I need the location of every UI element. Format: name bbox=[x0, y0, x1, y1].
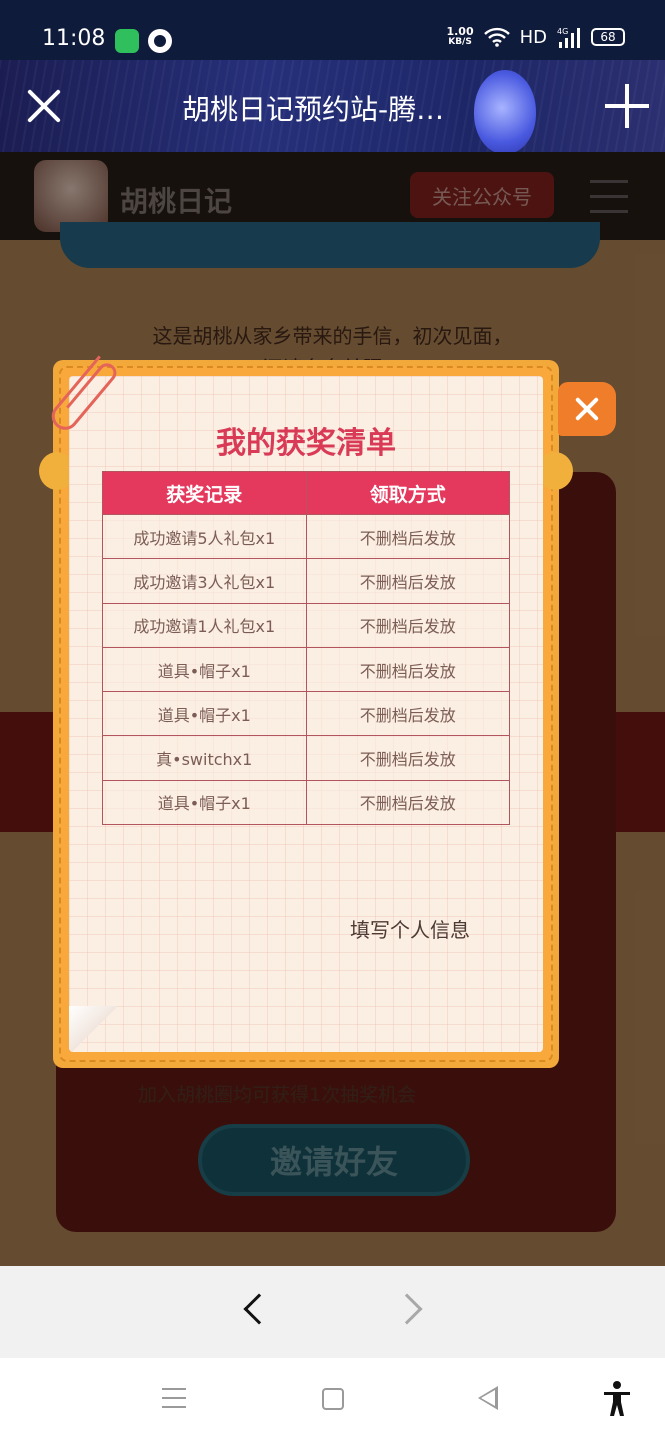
home-icon[interactable] bbox=[322, 1388, 344, 1410]
network-speed: 1.00 KB/S bbox=[446, 26, 473, 48]
browser-toolbar: 胡桃日记预约站-腾… bbox=[0, 60, 665, 152]
battery-level: 68 bbox=[600, 30, 616, 44]
table-row: 道具•帽子x1 不删档后发放 bbox=[102, 691, 510, 737]
clock: 11:08 bbox=[42, 26, 106, 51]
record-cell: 道具•帽子x1 bbox=[102, 691, 307, 737]
cell-signal-icon: 4G bbox=[557, 27, 580, 48]
method-cell: 不删档后发放 bbox=[305, 691, 510, 737]
record-cell: 成功邀请1人礼包x1 bbox=[102, 602, 307, 648]
back-arrow-icon[interactable] bbox=[243, 1293, 275, 1325]
table-row: 成功邀请1人礼包x1 不删档后发放 bbox=[102, 602, 510, 648]
wechat-notification-icon bbox=[115, 29, 139, 53]
table-header-row: 获奖记录 领取方式 bbox=[102, 471, 510, 515]
method-cell: 不删档后发放 bbox=[305, 646, 510, 693]
column-header-method: 领取方式 bbox=[305, 471, 510, 515]
column-header-record: 获奖记录 bbox=[102, 471, 307, 515]
accessibility-icon[interactable] bbox=[602, 1380, 632, 1416]
close-modal-button[interactable] bbox=[558, 382, 616, 436]
method-cell: 不删档后发放 bbox=[305, 602, 510, 648]
table-row: 道具•帽子x1 不删档后发放 bbox=[102, 779, 510, 826]
floating-egg-decoration bbox=[474, 70, 536, 152]
record-cell: 道具•帽子x1 bbox=[102, 779, 307, 826]
system-nav-bar bbox=[0, 1358, 665, 1440]
qq-notification-icon bbox=[148, 29, 172, 53]
recent-apps-icon[interactable] bbox=[162, 1388, 186, 1408]
method-cell: 不删档后发放 bbox=[305, 558, 510, 604]
table-row: 成功邀请5人礼包x1 不删档后发放 bbox=[102, 513, 510, 560]
network-speed-value: 1.00 bbox=[446, 25, 474, 38]
add-button[interactable] bbox=[605, 84, 649, 128]
table-row: 真•switchx1 不删档后发放 bbox=[102, 735, 510, 781]
browser-bottom-nav bbox=[0, 1266, 665, 1358]
page-title: 胡桃日记预约站-腾… bbox=[182, 93, 445, 126]
hd-indicator: HD bbox=[519, 26, 547, 48]
record-cell: 成功邀请3人礼包x1 bbox=[102, 558, 307, 604]
system-back-icon[interactable] bbox=[478, 1386, 498, 1410]
status-bar: 11:08 1.00 KB/S HD 4G 68 bbox=[0, 0, 665, 60]
method-cell: 不删档后发放 bbox=[305, 735, 510, 781]
wifi-icon bbox=[483, 27, 510, 47]
network-speed-unit: KB/S bbox=[448, 37, 472, 47]
record-cell: 真•switchx1 bbox=[102, 735, 307, 781]
record-cell: 成功邀请5人礼包x1 bbox=[102, 513, 307, 560]
method-cell: 不删档后发放 bbox=[305, 513, 510, 560]
prize-records-table: 获奖记录 领取方式 成功邀请5人礼包x1 不删档后发放 成功邀请3人礼包x1 不… bbox=[102, 471, 510, 826]
svg-text:4G: 4G bbox=[557, 27, 568, 36]
table-row: 成功邀请3人礼包x1 不删档后发放 bbox=[102, 558, 510, 604]
record-cell: 道具•帽子x1 bbox=[102, 646, 307, 693]
close-page-button[interactable] bbox=[24, 86, 64, 126]
paperclip-icon bbox=[51, 355, 117, 430]
paper-fold-corner bbox=[69, 1006, 121, 1052]
modal-title: 我的获奖清单 bbox=[216, 426, 396, 461]
method-cell: 不删档后发放 bbox=[305, 779, 510, 826]
table-row: 道具•帽子x1 不删档后发放 bbox=[102, 646, 510, 693]
forward-arrow-icon[interactable] bbox=[391, 1293, 423, 1325]
fill-personal-info-link[interactable]: 填写个人信息 bbox=[350, 914, 470, 943]
status-indicators: 1.00 KB/S HD 4G 68 bbox=[446, 26, 625, 48]
battery-icon: 68 bbox=[591, 28, 625, 46]
